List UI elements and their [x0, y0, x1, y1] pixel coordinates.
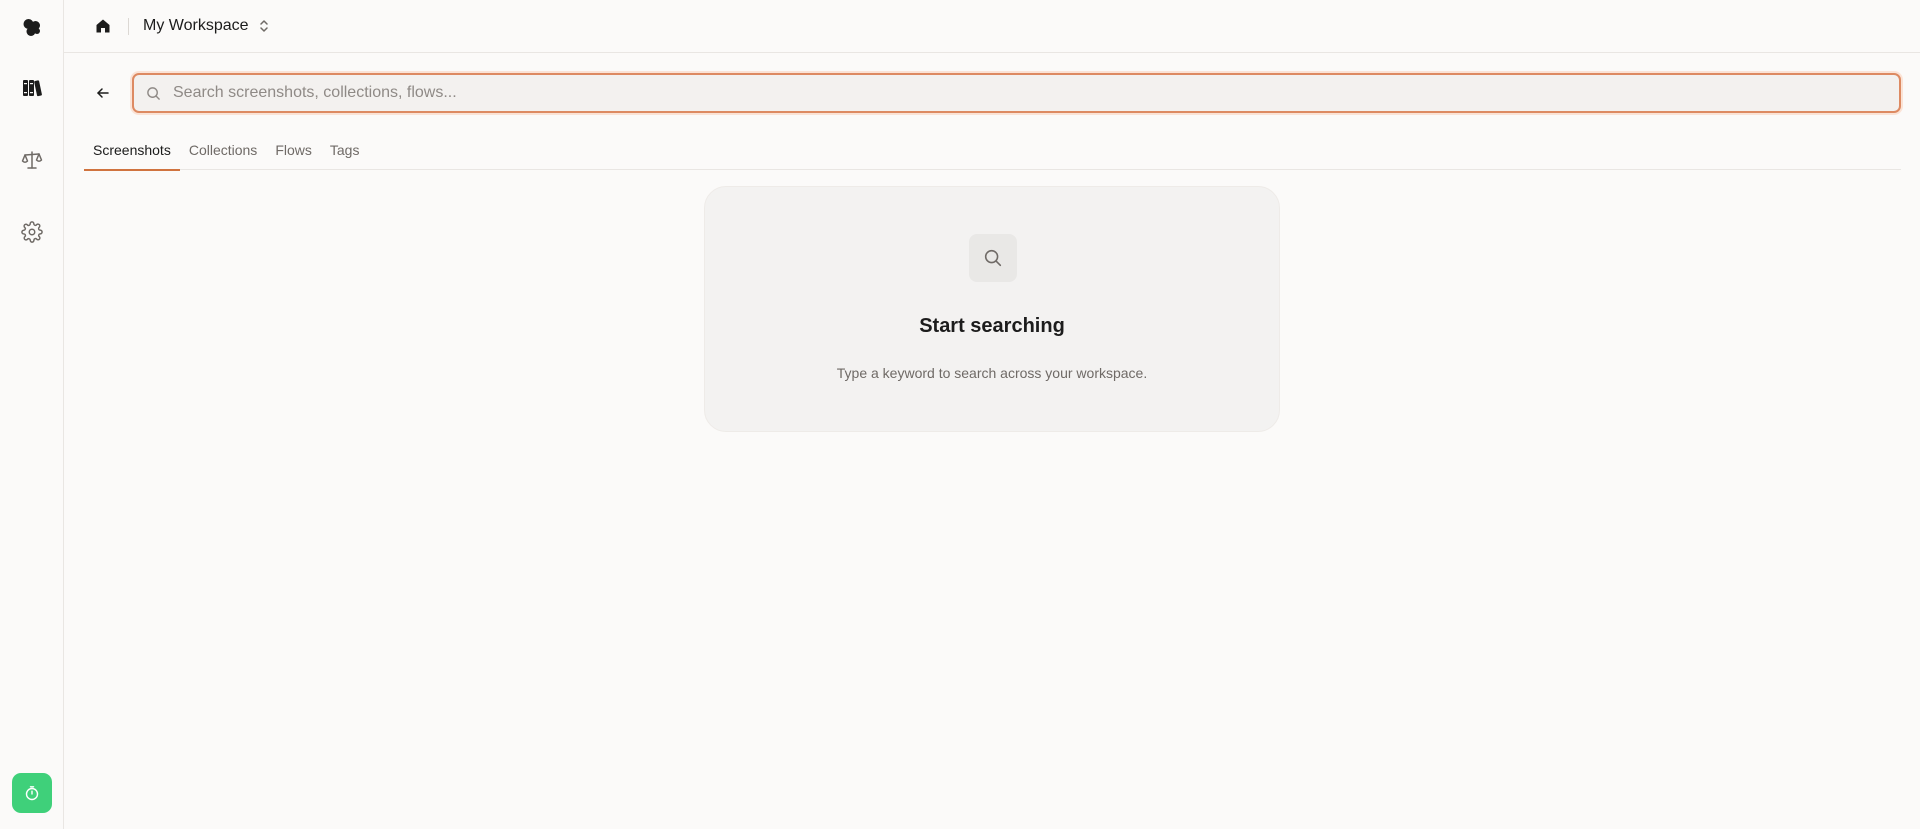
search-box[interactable] [132, 73, 1901, 113]
search-tabs: Screenshots Collections Flows Tags [84, 130, 1901, 171]
balance-icon[interactable] [12, 140, 52, 180]
tab-tags[interactable]: Tags [321, 130, 369, 170]
back-arrow-icon [97, 88, 109, 98]
workspace-name: My Workspace [143, 17, 249, 34]
home-button[interactable] [90, 13, 116, 39]
logo-icon[interactable] [12, 8, 52, 48]
settings-icon[interactable] [12, 212, 52, 252]
workspace-switcher[interactable]: My Workspace [143, 17, 269, 35]
empty-search-icon [969, 234, 1017, 282]
empty-state-title: Start searching [919, 315, 1065, 337]
empty-state-description: Type a keyword to search across your wor… [836, 365, 1148, 381]
topbar-divider [128, 17, 129, 35]
library-icon[interactable] [12, 68, 52, 108]
search-icon [146, 86, 161, 101]
home-icon [96, 19, 110, 33]
left-rail [0, 0, 64, 829]
tab-flows[interactable]: Flows [266, 130, 321, 170]
search-input[interactable] [171, 83, 1899, 103]
back-button[interactable] [90, 78, 116, 108]
app-window: My Workspace Screenshots Collections Flo… [0, 0, 1920, 829]
tab-collections[interactable]: Collections [180, 130, 266, 170]
tab-screenshots[interactable]: Screenshots [84, 130, 180, 171]
timer-icon [25, 786, 39, 801]
chevron-up-down-icon [259, 20, 268, 32]
top-bar: My Workspace [64, 0, 1920, 53]
empty-state-card: Start searching Type a keyword to search… [704, 186, 1280, 432]
timer-button[interactable] [12, 773, 52, 813]
